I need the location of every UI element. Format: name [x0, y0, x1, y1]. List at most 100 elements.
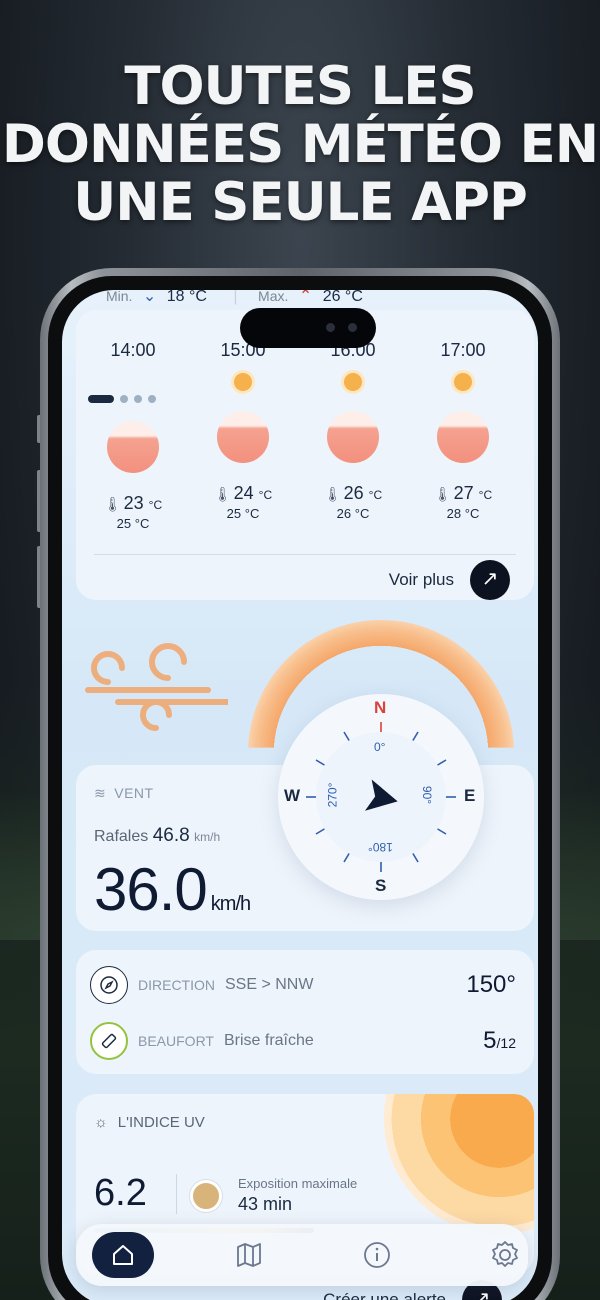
- uv-title-label: L'INDICE UV: [117, 1114, 205, 1131]
- min-max-row: Min. ⌄ 18 °C | Max. ⌃ 26 °C: [106, 290, 363, 305]
- direction-sub: SSE > NNW: [225, 976, 314, 993]
- sun-icon: [344, 373, 362, 391]
- hour-feels: 25: [226, 506, 242, 521]
- headline-line-2: DONNÉES MÉTÉO EN: [1, 114, 599, 175]
- tab-home[interactable]: [92, 1232, 154, 1278]
- temp-unit: °C: [368, 488, 383, 502]
- hour-column: 17:00 🌡 27 °C 28 °C: [408, 340, 518, 521]
- tab-map[interactable]: [218, 1232, 280, 1278]
- tab-info[interactable]: [346, 1232, 408, 1278]
- hour-feels: 25: [116, 516, 132, 531]
- gear-icon: [492, 1241, 518, 1267]
- headline-line-1: TOUTES LES: [124, 56, 476, 117]
- arrow-up-right-icon[interactable]: ↗: [470, 560, 510, 600]
- wind-speed-value: 36.0: [94, 856, 208, 923]
- hour-column: 14:00 🌡 23 °C 25 °C: [78, 340, 188, 531]
- beaufort-row: BEAUFORT Brise fraîche 5/12: [90, 1022, 516, 1060]
- temp-unit: °C: [464, 506, 480, 521]
- beaufort-label: BEAUFORT: [138, 1033, 214, 1049]
- wind-section-title: ≋ VENT: [94, 785, 154, 802]
- temp-unit: °C: [258, 488, 273, 502]
- dynamic-island: [240, 308, 376, 348]
- see-more-label: Voir plus: [388, 570, 454, 589]
- sun-icon: [234, 373, 252, 391]
- tab-settings[interactable]: [474, 1232, 536, 1278]
- compass: N E S W 0° 90° 180° 270°: [278, 694, 484, 900]
- compass-deg-90: 90°: [420, 785, 435, 805]
- uv-value: 6.2: [94, 1172, 147, 1214]
- map-icon: [237, 1243, 261, 1267]
- hour-temp: 24: [233, 483, 254, 503]
- compass-deg-270: 270°: [325, 782, 340, 808]
- info-icon: [364, 1242, 390, 1268]
- direction-label: DIRECTION: [138, 977, 215, 993]
- min-label: Min.: [106, 290, 133, 304]
- compass-north: N: [374, 698, 387, 717]
- hour-temp: 27: [453, 483, 474, 503]
- direction-value: 150°: [466, 971, 516, 998]
- uv-ball-icon: [437, 411, 489, 463]
- direction-beaufort-card: DIRECTION SSE > NNW 150° BEAUFORT Brise …: [76, 950, 534, 1074]
- home-icon: [113, 1245, 133, 1265]
- wind-small-icon: ≋: [94, 785, 107, 801]
- hour-column: 16:00 🌡 26 °C 26 °C: [298, 340, 408, 521]
- divider: [94, 554, 516, 555]
- compass-east: E: [464, 786, 476, 805]
- wind-speed-unit: km/h: [210, 893, 251, 915]
- arrow-up-icon: ⌃: [298, 290, 313, 305]
- compass-deg-0: 0°: [374, 740, 386, 754]
- uv-ball-icon: [327, 411, 379, 463]
- hour-temp: 26: [343, 483, 364, 503]
- uv-sun-graphic: [384, 1094, 534, 1234]
- compass-deg-180: 180°: [368, 840, 393, 854]
- direction-row: DIRECTION SSE > NNW 150°: [90, 966, 516, 1004]
- compass-icon: [90, 966, 128, 1004]
- hourly-forecast-card: 14:00 🌡 23 °C 25 °C 15:00 🌡 24 °C 25 °C 16…: [76, 310, 534, 600]
- temp-unit: °C: [148, 498, 163, 512]
- max-label: Max.: [258, 290, 289, 304]
- uv-title: ☼ L'INDICE UV: [94, 1114, 205, 1131]
- sun-icon: [454, 373, 472, 391]
- temp-unit: °C: [354, 506, 370, 521]
- wind-arrow-icon: [364, 779, 398, 811]
- uv-level-icon: [190, 1180, 222, 1212]
- exposure-value: 43 min: [238, 1194, 293, 1214]
- beaufort-value: 5: [483, 1027, 497, 1054]
- temp-unit: °C: [478, 488, 493, 502]
- temp-unit: °C: [244, 506, 260, 521]
- thermometer-icon: 🌡: [103, 496, 122, 512]
- hour-feels: 28: [446, 506, 462, 521]
- phone-frame: Min. ⌄ 18 °C | Max. ⌃ 26 °C 14:00 🌡 23 °C: [40, 268, 560, 1300]
- temp-unit: °C: [134, 516, 150, 531]
- hour-column: 15:00 🌡 24 °C 25 °C: [188, 340, 298, 521]
- create-alert-label: Créer une alerte: [323, 1290, 446, 1300]
- app-screen: Min. ⌄ 18 °C | Max. ⌃ 26 °C 14:00 🌡 23 °C: [62, 290, 538, 1300]
- exposure-label: Exposition maximale: [238, 1176, 358, 1191]
- arrow-down-icon: ⌄: [142, 290, 157, 305]
- wind-swirl-icon: [85, 643, 228, 731]
- sun-outline-icon: ☼: [94, 1114, 108, 1131]
- hour-time: 14:00: [110, 340, 156, 360]
- beaufort-sub: Brise fraîche: [223, 1032, 314, 1049]
- hour-time: 17:00: [440, 340, 486, 360]
- gust-value: 46.8: [152, 825, 190, 846]
- bottom-tab-bar: [76, 1224, 528, 1286]
- thermometer-icon: 🌡: [213, 486, 232, 502]
- gust-row: Rafales 46.8 km/h: [94, 825, 220, 847]
- ruler-icon: [90, 1022, 128, 1060]
- beaufort-max: /12: [496, 1035, 516, 1051]
- divider: [176, 1174, 177, 1214]
- uv-ball-icon: [107, 421, 159, 473]
- hour-feels: 26: [336, 506, 352, 521]
- compass-south: S: [375, 876, 387, 895]
- thermometer-icon: 🌡: [433, 486, 452, 502]
- gust-unit: km/h: [194, 830, 221, 844]
- see-more-row[interactable]: Voir plus ↗: [389, 560, 510, 600]
- headline-line-3: UNE SEULE APP: [73, 172, 528, 233]
- max-value: 26 °C: [322, 290, 363, 305]
- hour-temp: 23: [123, 493, 144, 513]
- gust-label: Rafales: [94, 828, 149, 845]
- wind-label: VENT: [114, 785, 154, 801]
- min-value: 18 °C: [166, 290, 207, 305]
- wind-speed: 36.0 km/h: [94, 855, 251, 924]
